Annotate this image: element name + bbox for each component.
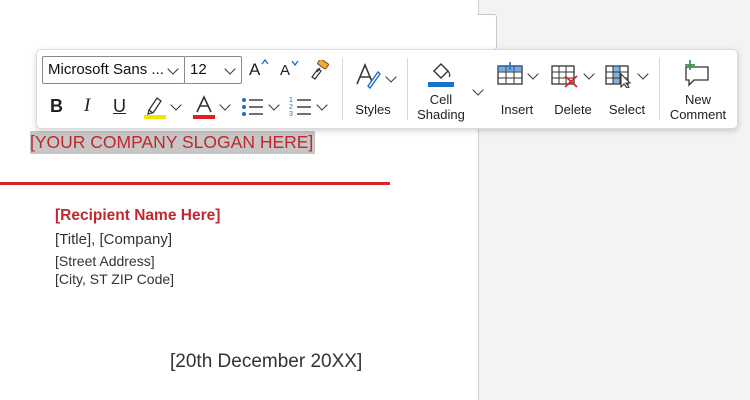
- header-divider: [0, 182, 390, 185]
- underline-button[interactable]: U: [110, 93, 132, 119]
- italic-button[interactable]: I: [79, 93, 101, 119]
- grow-font-button[interactable]: A: [247, 58, 271, 82]
- numbered-list-icon: 1 2 3: [289, 97, 311, 118]
- shrink-font-button[interactable]: A: [278, 58, 302, 82]
- new-comment-label-1: New: [684, 92, 711, 107]
- select-label: Select: [608, 102, 646, 117]
- recipient-title-company[interactable]: [Title], [Company]: [55, 231, 172, 248]
- bullets-button[interactable]: [241, 93, 283, 121]
- chevron-down-icon: [170, 99, 182, 111]
- font-color-icon: [193, 95, 215, 119]
- separator: [407, 58, 408, 120]
- font-size-value: 12: [190, 61, 207, 78]
- separator: [659, 58, 660, 120]
- table-select-icon: [605, 65, 632, 88]
- svg-text:1: 1: [289, 97, 293, 104]
- font-name-select[interactable]: Microsoft Sans ...: [42, 56, 185, 84]
- chevron-down-icon: [527, 68, 539, 80]
- chevron-down-icon: [268, 99, 280, 111]
- table-delete-icon: [551, 65, 578, 88]
- delete-label: Delete: [554, 102, 592, 117]
- floating-format-toolbar: Microsoft Sans ... 12 A A B I U 1 2 3 St…: [36, 49, 738, 129]
- caret-down-icon: [291, 60, 299, 66]
- styles-icon: [356, 62, 381, 90]
- chevron-down-icon: [219, 99, 231, 111]
- bold-button[interactable]: B: [47, 93, 69, 119]
- insert-table-button[interactable]: Insert: [494, 56, 544, 122]
- highlighter-icon: [144, 97, 166, 119]
- chevron-down-icon: [637, 68, 649, 80]
- new-comment-label-2: Comment: [669, 107, 727, 122]
- recipient-city[interactable]: [City, ST ZIP Code]: [55, 271, 174, 287]
- highlight-color-button[interactable]: [141, 93, 185, 121]
- format-painter-icon[interactable]: [309, 60, 331, 80]
- delete-table-button[interactable]: Delete: [548, 56, 598, 122]
- font-size-select[interactable]: 12: [184, 56, 242, 84]
- chevron-down-icon: [472, 84, 484, 96]
- caret-up-icon: [261, 59, 269, 65]
- scroll-tab[interactable]: [478, 14, 497, 50]
- italic-icon: I: [84, 95, 91, 116]
- styles-label: Styles: [355, 102, 391, 117]
- svg-text:2: 2: [289, 104, 293, 111]
- chevron-down-icon: [385, 71, 397, 83]
- bold-icon: B: [50, 96, 63, 116]
- new-comment-button[interactable]: New Comment: [666, 56, 730, 122]
- chevron-down-icon: [583, 68, 595, 80]
- shrink-font-icon: A: [280, 62, 291, 79]
- chevron-down-icon: [224, 63, 236, 75]
- table-insert-icon: [497, 62, 523, 85]
- new-comment-icon: [685, 60, 709, 87]
- grow-font-icon: A: [249, 60, 261, 79]
- font-color-button[interactable]: [190, 93, 234, 121]
- insert-label: Insert: [500, 102, 534, 117]
- numbering-button[interactable]: 1 2 3: [289, 93, 331, 121]
- cell-shading-button[interactable]: Cell Shading: [414, 56, 484, 122]
- letter-date[interactable]: [20th December 20XX]: [170, 351, 362, 373]
- cell-shading-label-1: Cell: [429, 92, 453, 107]
- styles-button[interactable]: Styles: [349, 56, 401, 122]
- cell-shading-label-2: Shading: [417, 107, 465, 122]
- underline-icon: U: [113, 96, 126, 116]
- select-table-button[interactable]: Select: [602, 56, 652, 122]
- paint-bucket-icon: [428, 63, 454, 87]
- svg-text:3: 3: [289, 111, 293, 118]
- recipient-name[interactable]: [Recipient Name Here]: [55, 207, 220, 225]
- recipient-street[interactable]: [Street Address]: [55, 253, 155, 269]
- company-slogan[interactable]: [YOUR COMPANY SLOGAN HERE]: [30, 131, 316, 154]
- chevron-down-icon: [167, 63, 179, 75]
- chevron-down-icon: [316, 99, 328, 111]
- separator: [342, 58, 343, 120]
- bullet-list-icon: [242, 98, 263, 116]
- font-name-value: Microsoft Sans ...: [48, 61, 164, 78]
